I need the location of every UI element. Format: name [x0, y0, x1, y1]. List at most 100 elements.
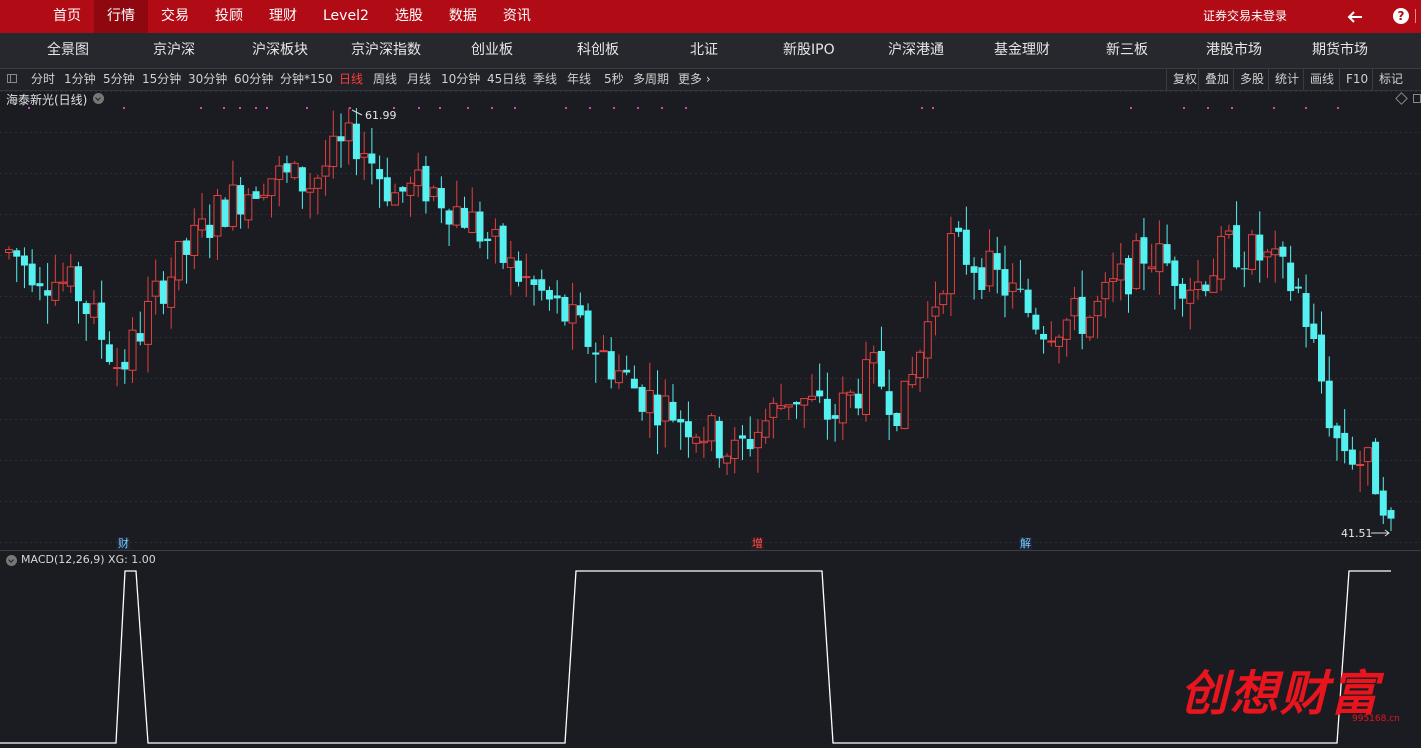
period-option[interactable]: 多周期: [633, 69, 669, 90]
tool-button[interactable]: 叠加: [1198, 69, 1229, 90]
candle-body: [267, 178, 276, 197]
candle-body: [793, 402, 801, 405]
candle-body: [329, 135, 338, 168]
period-option[interactable]: 5秒: [604, 69, 624, 90]
high-price-label: 61.99: [365, 109, 397, 122]
panel-toggle-icon[interactable]: [7, 74, 17, 83]
signal-marker: [467, 107, 469, 109]
period-option[interactable]: 年线: [567, 69, 591, 90]
period-option[interactable]: 10分钟: [441, 69, 480, 90]
market-tab[interactable]: 新股IPO: [783, 33, 835, 68]
candle-body: [1001, 269, 1009, 296]
candle-body: [1233, 225, 1241, 268]
candle-body: [669, 401, 677, 421]
candle-body: [1287, 262, 1295, 292]
candle-body: [1008, 282, 1017, 292]
market-tab[interactable]: 期货市场: [1312, 33, 1368, 68]
tool-button[interactable]: 多股: [1233, 69, 1264, 90]
candle-body: [406, 182, 415, 196]
period-option[interactable]: 分钟*150: [280, 69, 333, 90]
topnav-item[interactable]: 理财: [256, 0, 310, 33]
candle-body: [946, 233, 955, 295]
candle-body: [970, 266, 978, 273]
signal-marker: [418, 107, 420, 109]
topnav-item[interactable]: 资讯: [490, 0, 544, 33]
candle-body: [174, 241, 183, 281]
help-icon[interactable]: ?: [1393, 8, 1409, 24]
topnav-item[interactable]: 选股: [382, 0, 436, 33]
period-option[interactable]: 分时: [31, 69, 55, 90]
candle-body: [499, 225, 507, 263]
market-tab[interactable]: 京沪深: [153, 33, 195, 68]
market-tab[interactable]: 沪深板块: [252, 33, 308, 68]
market-tab[interactable]: 基金理财: [994, 33, 1050, 68]
event-financial-marker[interactable]: 财: [117, 537, 130, 550]
candle-body: [290, 162, 299, 179]
tool-button[interactable]: 复权: [1166, 69, 1197, 90]
back-arrow-icon[interactable]: [1345, 7, 1365, 27]
market-tab[interactable]: 全景图: [47, 33, 89, 68]
period-option[interactable]: 季线: [533, 69, 557, 90]
signal-marker: [491, 107, 493, 109]
candle-body: [1341, 432, 1349, 452]
tool-button[interactable]: 标记: [1372, 69, 1403, 90]
period-option[interactable]: 45日线: [487, 69, 526, 90]
market-tab[interactable]: 沪深港通: [888, 33, 944, 68]
candle-body: [1179, 283, 1187, 299]
tool-button[interactable]: 统计: [1268, 69, 1299, 90]
candle-body: [522, 276, 531, 279]
low-price-label: 41.51: [1341, 527, 1373, 540]
market-tab[interactable]: 港股市场: [1206, 33, 1262, 68]
candle-body: [206, 224, 214, 238]
market-tab[interactable]: 科创板: [577, 33, 619, 68]
market-tab[interactable]: 北证: [690, 33, 718, 68]
tool-button[interactable]: F10: [1339, 69, 1368, 90]
period-option[interactable]: 周线: [373, 69, 397, 90]
period-option[interactable]: 60分钟: [234, 69, 273, 90]
candle-body: [1202, 284, 1210, 292]
candle-body: [1055, 336, 1064, 347]
candle-body: [1085, 316, 1094, 338]
topnav-item[interactable]: 行情: [94, 0, 148, 33]
topnav-item[interactable]: 首页: [40, 0, 94, 33]
market-tab[interactable]: 京沪深指数: [351, 33, 421, 68]
candle-body: [190, 224, 199, 256]
event-unlock-marker[interactable]: 解: [1019, 537, 1032, 550]
candle-body: [82, 303, 90, 315]
candle-body: [360, 153, 369, 158]
watermark-logo: 创想财富: [1180, 666, 1381, 722]
period-option[interactable]: 月线: [407, 69, 431, 90]
period-option[interactable]: 日线: [339, 69, 363, 90]
topnav-item[interactable]: 数据: [436, 0, 490, 33]
market-tab[interactable]: 创业板: [471, 33, 513, 68]
candle-body: [283, 163, 291, 173]
candle-body: [955, 227, 963, 232]
candle-body: [715, 420, 723, 459]
login-status[interactable]: 证券交易未登录: [1203, 0, 1287, 33]
candle-body: [13, 250, 21, 257]
market-tab[interactable]: 新三板: [1106, 33, 1148, 68]
period-option[interactable]: 15分钟: [142, 69, 181, 90]
period-option[interactable]: 1分钟: [64, 69, 96, 90]
topnav-item[interactable]: 投顾: [202, 0, 256, 33]
topnav-item[interactable]: Level2: [310, 0, 382, 33]
candle-body: [931, 306, 940, 317]
period-option[interactable]: 更多 ›: [678, 69, 711, 90]
candle-body: [36, 283, 44, 287]
period-option[interactable]: 5分钟: [103, 69, 135, 90]
period-option[interactable]: 30分钟: [188, 69, 227, 90]
candle-body: [599, 350, 608, 353]
candle-body: [1016, 288, 1024, 290]
candle-body: [607, 351, 615, 380]
candle-body: [746, 439, 754, 450]
candle-body: [1132, 240, 1141, 289]
candle-body: [1271, 248, 1280, 256]
candle-body: [654, 394, 662, 426]
event-add-marker[interactable]: 增: [751, 537, 764, 550]
topnav-item[interactable]: 交易: [148, 0, 202, 33]
candle-body: [592, 352, 600, 355]
candle-body: [846, 391, 855, 396]
candle-body: [399, 187, 407, 192]
tool-button[interactable]: 画线: [1303, 69, 1334, 90]
candlestick-chart[interactable]: 61.99 41.51: [0, 91, 1421, 550]
